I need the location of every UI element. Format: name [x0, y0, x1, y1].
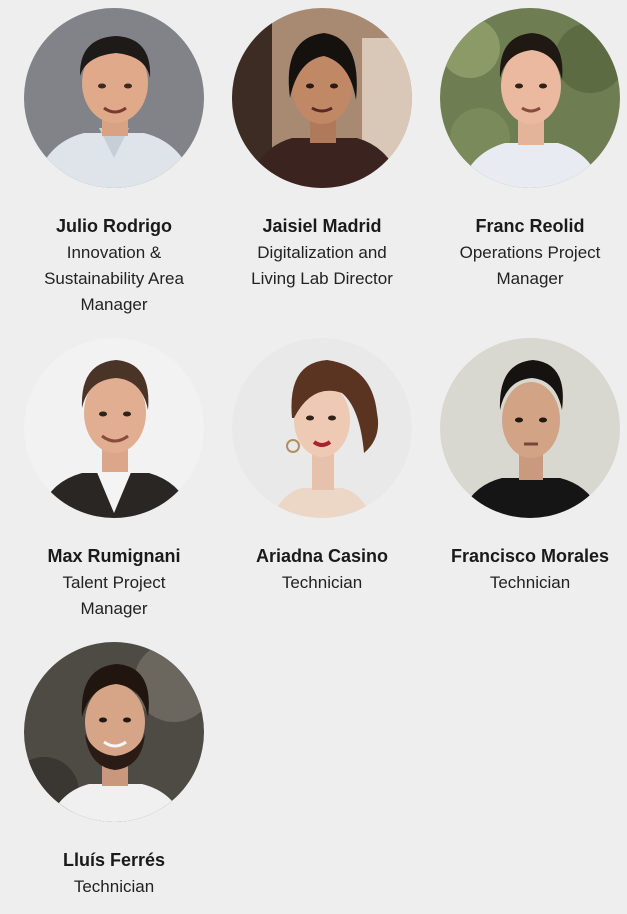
member-name: Ariadna Casino	[255, 546, 389, 566]
member-role: Operations Project Manager	[459, 243, 601, 288]
member-name: Francisco Morales	[450, 546, 610, 566]
member-photo	[24, 338, 204, 518]
member-photo	[232, 338, 412, 518]
person-portrait-icon	[24, 8, 204, 188]
person-portrait-icon	[24, 338, 204, 518]
team-member-card: Julio Rodrigo Innovation & Sustainabilit…	[22, 8, 206, 318]
member-name: Franc Reolid	[475, 216, 585, 236]
member-role: Technician	[489, 573, 571, 592]
member-name: Jaisiel Madrid	[262, 216, 382, 236]
member-role: Technician	[73, 877, 155, 896]
member-name: Julio Rodrigo	[56, 216, 172, 236]
member-photo	[24, 8, 204, 188]
member-photo	[24, 642, 204, 822]
member-role: Innovation & Sustainability Area Manager	[44, 243, 184, 314]
team-member-card: Ariadna Casino Technician	[230, 338, 414, 622]
person-portrait-icon	[440, 8, 620, 188]
member-photo	[232, 8, 412, 188]
person-portrait-icon	[232, 8, 412, 188]
member-role: Technician	[281, 573, 363, 592]
member-photo	[440, 338, 620, 518]
team-member-card: Francisco Morales Technician	[438, 338, 622, 622]
person-portrait-icon	[24, 642, 204, 822]
team-grid: Julio Rodrigo Innovation & Sustainabilit…	[22, 8, 622, 900]
member-role: Talent Project Manager	[62, 573, 166, 618]
member-role: Digitalization and Living Lab Director	[251, 243, 393, 288]
member-name: Max Rumignani	[47, 546, 181, 566]
person-portrait-icon	[232, 338, 412, 518]
person-portrait-icon	[440, 338, 620, 518]
team-member-card: Lluís Ferrés Technician	[22, 642, 206, 900]
member-photo	[440, 8, 620, 188]
team-member-card: Jaisiel Madrid Digitalization and Living…	[230, 8, 414, 318]
team-member-card: Franc Reolid Operations Project Manager	[438, 8, 622, 318]
team-member-card: Max Rumignani Talent Project Manager	[22, 338, 206, 622]
member-name: Lluís Ferrés	[62, 850, 166, 870]
